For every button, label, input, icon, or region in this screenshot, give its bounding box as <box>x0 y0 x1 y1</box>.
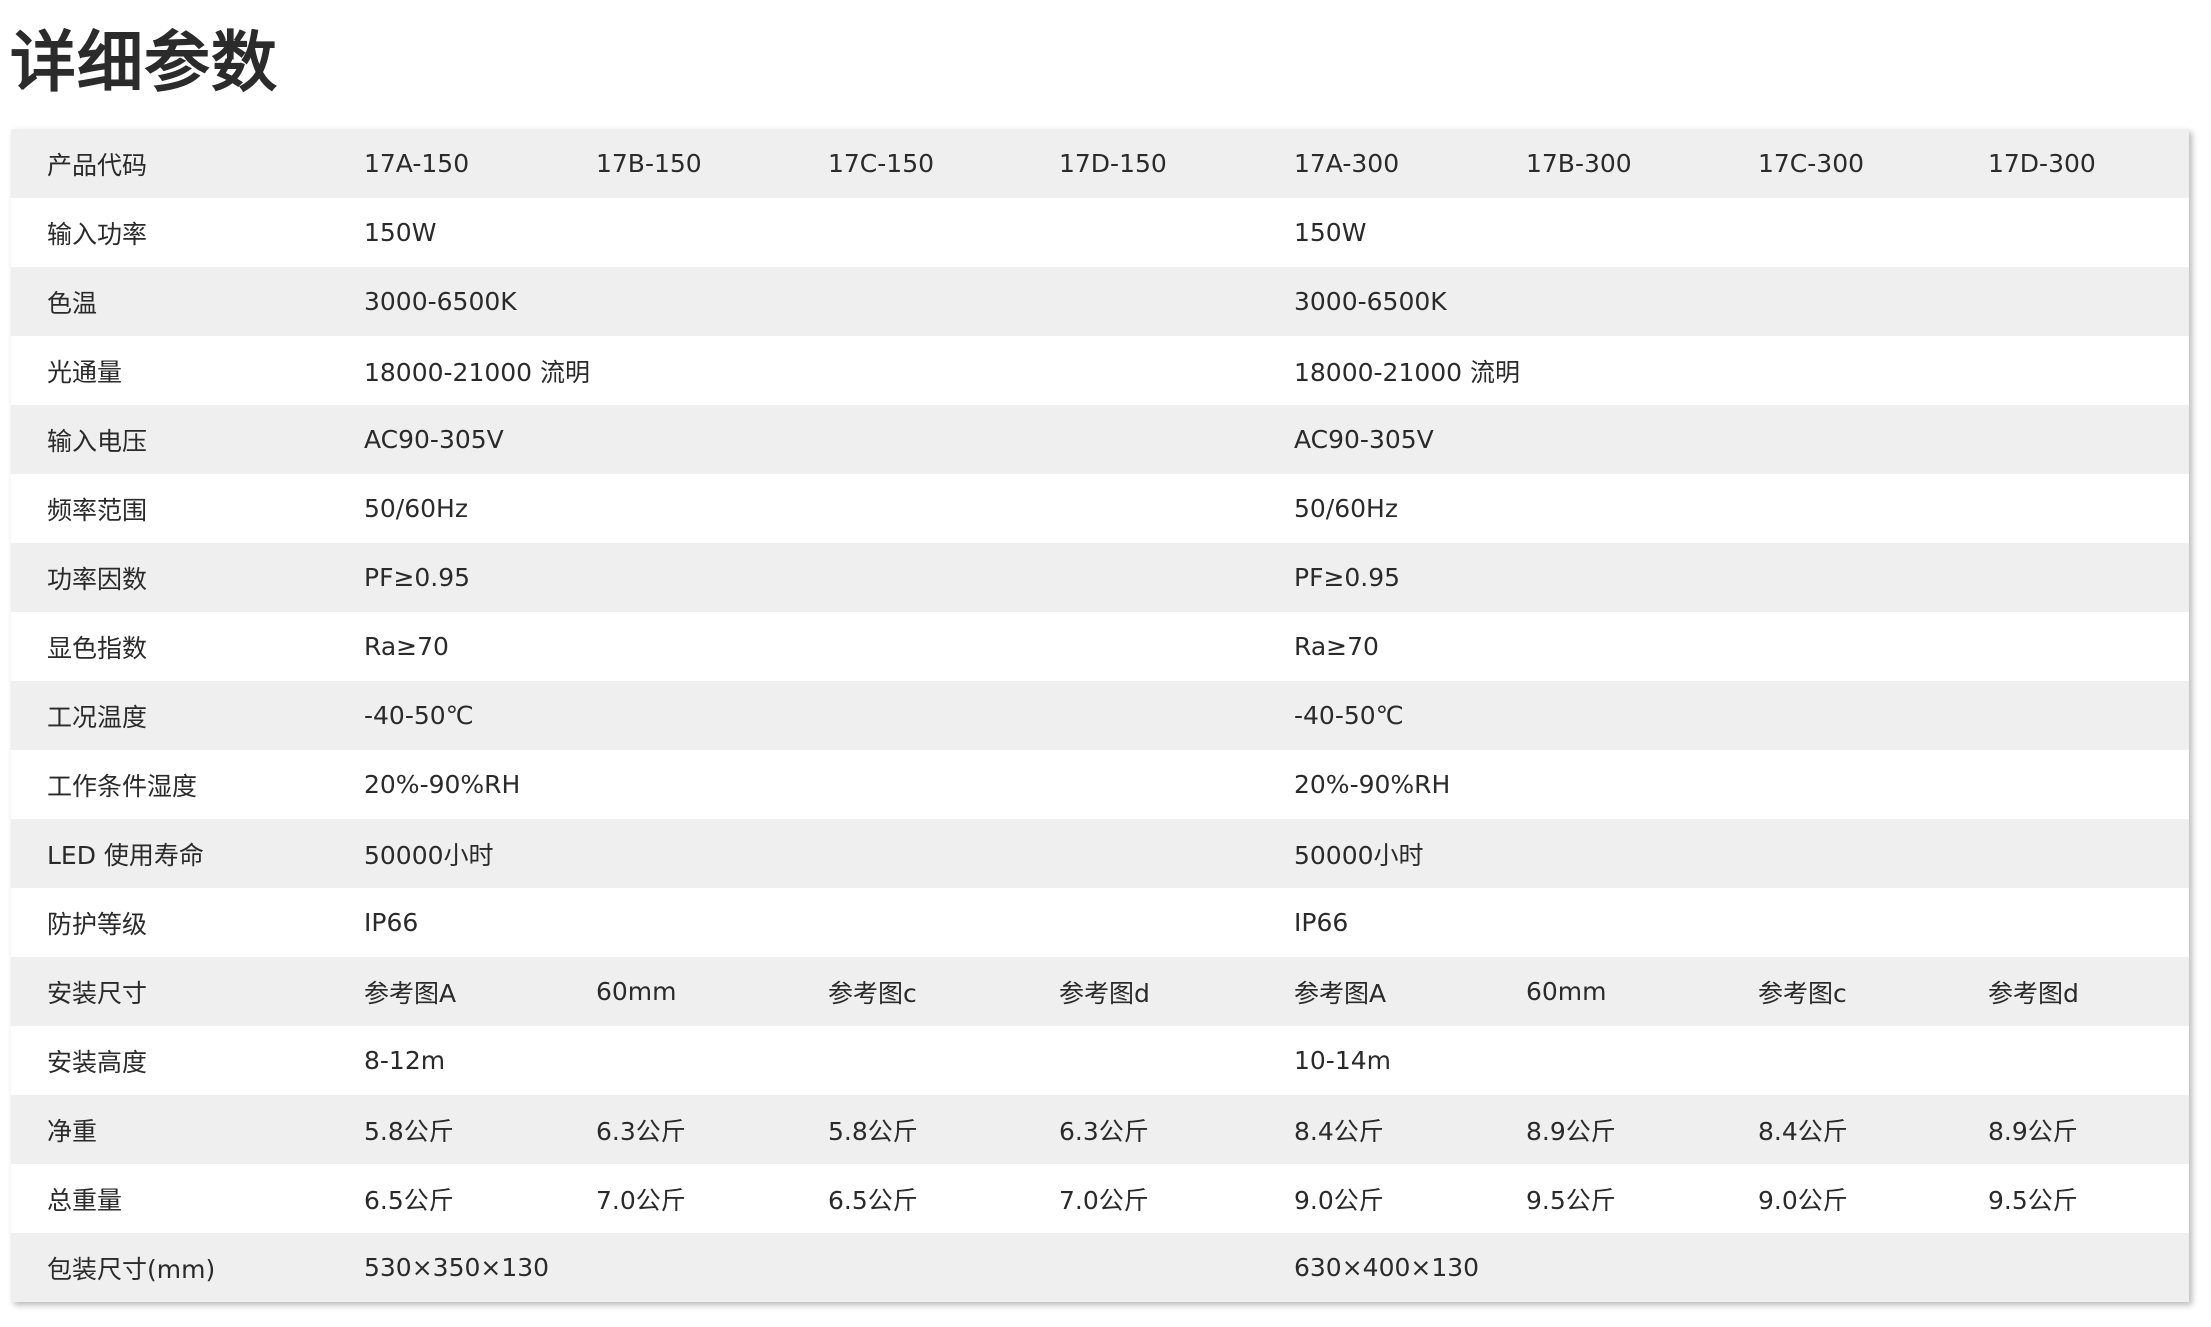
cell-value: IP66 <box>1294 888 2189 957</box>
row-label: 总重量 <box>11 1164 364 1233</box>
table-row: 输入功率 150W 150W <box>11 198 2189 267</box>
cell-value: 10-14m <box>1294 1026 2189 1095</box>
row-label: 显色指数 <box>11 612 364 681</box>
table-row: 显色指数 Ra≥70 Ra≥70 <box>11 612 2189 681</box>
cell-value: 参考图A <box>364 957 596 1026</box>
cell-value: 150W <box>1294 198 2189 267</box>
table-row: 防护等级 IP66 IP66 <box>11 888 2189 957</box>
cell-value: 630×400×130 <box>1294 1233 2189 1302</box>
cell-value: AC90-305V <box>1294 405 2189 474</box>
cell-value: 8.4公斤 <box>1758 1095 1988 1164</box>
cell-value: 7.0公斤 <box>596 1164 828 1233</box>
cell-value: 60mm <box>1526 957 1758 1026</box>
row-label: 输入电压 <box>11 405 364 474</box>
cell-value: 3000-6500K <box>1294 267 2189 336</box>
spec-table: 产品代码 17A-150 17B-150 17C-150 17D-150 17A… <box>11 129 2189 1302</box>
model-code: 17C-150 <box>828 129 1059 198</box>
row-label: 产品代码 <box>11 129 364 198</box>
row-label: 安装高度 <box>11 1026 364 1095</box>
cell-value: 9.0公斤 <box>1294 1164 1526 1233</box>
cell-value: 50000小时 <box>1294 819 2189 888</box>
model-code: 17A-150 <box>364 129 596 198</box>
cell-value: IP66 <box>364 888 1294 957</box>
cell-value: -40-50℃ <box>1294 681 2189 750</box>
model-code: 17D-150 <box>1059 129 1294 198</box>
table-header-row: 产品代码 17A-150 17B-150 17C-150 17D-150 17A… <box>11 129 2189 198</box>
cell-value: -40-50℃ <box>364 681 1294 750</box>
cell-value: 9.5公斤 <box>1988 1164 2189 1233</box>
table-row: 频率范围 50/60Hz 50/60Hz <box>11 474 2189 543</box>
table-row: 功率因数 PF≥0.95 PF≥0.95 <box>11 543 2189 612</box>
table-row: LED 使用寿命 50000小时 50000小时 <box>11 819 2189 888</box>
table-row: 光通量 18000-21000 流明 18000-21000 流明 <box>11 336 2189 405</box>
cell-value: 50000小时 <box>364 819 1294 888</box>
model-code: 17D-300 <box>1988 129 2189 198</box>
cell-value: Ra≥70 <box>1294 612 2189 681</box>
cell-value: 5.8公斤 <box>364 1095 596 1164</box>
table-row: 输入电压 AC90-305V AC90-305V <box>11 405 2189 474</box>
row-label: 净重 <box>11 1095 364 1164</box>
table-row: 工况温度 -40-50℃ -40-50℃ <box>11 681 2189 750</box>
cell-value: 5.8公斤 <box>828 1095 1059 1164</box>
row-label: 安装尺寸 <box>11 957 364 1026</box>
cell-value: 参考图d <box>1059 957 1294 1026</box>
table-row: 净重 5.8公斤 6.3公斤 5.8公斤 6.3公斤 8.4公斤 8.9公斤 8… <box>11 1095 2189 1164</box>
cell-value: PF≥0.95 <box>1294 543 2189 612</box>
cell-value: 参考图c <box>828 957 1059 1026</box>
spec-table-card: 产品代码 17A-150 17B-150 17C-150 17D-150 17A… <box>11 129 2189 1302</box>
row-label: 输入功率 <box>11 198 364 267</box>
cell-value: 8-12m <box>364 1026 1294 1095</box>
model-code: 17B-300 <box>1526 129 1758 198</box>
cell-value: 6.3公斤 <box>1059 1095 1294 1164</box>
cell-value: 参考图A <box>1294 957 1526 1026</box>
row-label: 工作条件湿度 <box>11 750 364 819</box>
row-label: 工况温度 <box>11 681 364 750</box>
cell-value: AC90-305V <box>364 405 1294 474</box>
row-label: LED 使用寿命 <box>11 819 364 888</box>
cell-value: 7.0公斤 <box>1059 1164 1294 1233</box>
cell-value: 参考图d <box>1988 957 2189 1026</box>
table-row: 色温 3000-6500K 3000-6500K <box>11 267 2189 336</box>
cell-value: 6.5公斤 <box>828 1164 1059 1233</box>
cell-value: 8.9公斤 <box>1526 1095 1758 1164</box>
cell-value: 150W <box>364 198 1294 267</box>
cell-value: 18000-21000 流明 <box>364 336 1294 405</box>
cell-value: Ra≥70 <box>364 612 1294 681</box>
page: 详细参数 产品代码 17A-150 17B-150 17C-150 17D-15… <box>0 0 2211 1327</box>
row-label: 光通量 <box>11 336 364 405</box>
cell-value: 530×350×130 <box>364 1233 1294 1302</box>
cell-value: 3000-6500K <box>364 267 1294 336</box>
cell-value: 8.4公斤 <box>1294 1095 1526 1164</box>
row-label: 频率范围 <box>11 474 364 543</box>
row-label: 包装尺寸(mm) <box>11 1233 364 1302</box>
row-label: 功率因数 <box>11 543 364 612</box>
cell-value: 50/60Hz <box>364 474 1294 543</box>
table-row: 总重量 6.5公斤 7.0公斤 6.5公斤 7.0公斤 9.0公斤 9.5公斤 … <box>11 1164 2189 1233</box>
model-code: 17B-150 <box>596 129 828 198</box>
model-code: 17A-300 <box>1294 129 1526 198</box>
row-label: 色温 <box>11 267 364 336</box>
table-row: 安装高度 8-12m 10-14m <box>11 1026 2189 1095</box>
cell-value: 6.3公斤 <box>596 1095 828 1164</box>
row-label: 防护等级 <box>11 888 364 957</box>
cell-value: PF≥0.95 <box>364 543 1294 612</box>
cell-value: 18000-21000 流明 <box>1294 336 2189 405</box>
cell-value: 9.0公斤 <box>1758 1164 1988 1233</box>
table-row: 包装尺寸(mm) 530×350×130 630×400×130 <box>11 1233 2189 1302</box>
table-row: 工作条件湿度 20%-90%RH 20%-90%RH <box>11 750 2189 819</box>
page-title: 详细参数 <box>10 24 278 101</box>
cell-value: 6.5公斤 <box>364 1164 596 1233</box>
model-code: 17C-300 <box>1758 129 1988 198</box>
table-row: 安装尺寸 参考图A 60mm 参考图c 参考图d 参考图A 60mm 参考图c … <box>11 957 2189 1026</box>
cell-value: 8.9公斤 <box>1988 1095 2189 1164</box>
cell-value: 20%-90%RH <box>1294 750 2189 819</box>
cell-value: 20%-90%RH <box>364 750 1294 819</box>
cell-value: 参考图c <box>1758 957 1988 1026</box>
cell-value: 50/60Hz <box>1294 474 2189 543</box>
cell-value: 9.5公斤 <box>1526 1164 1758 1233</box>
cell-value: 60mm <box>596 957 828 1026</box>
